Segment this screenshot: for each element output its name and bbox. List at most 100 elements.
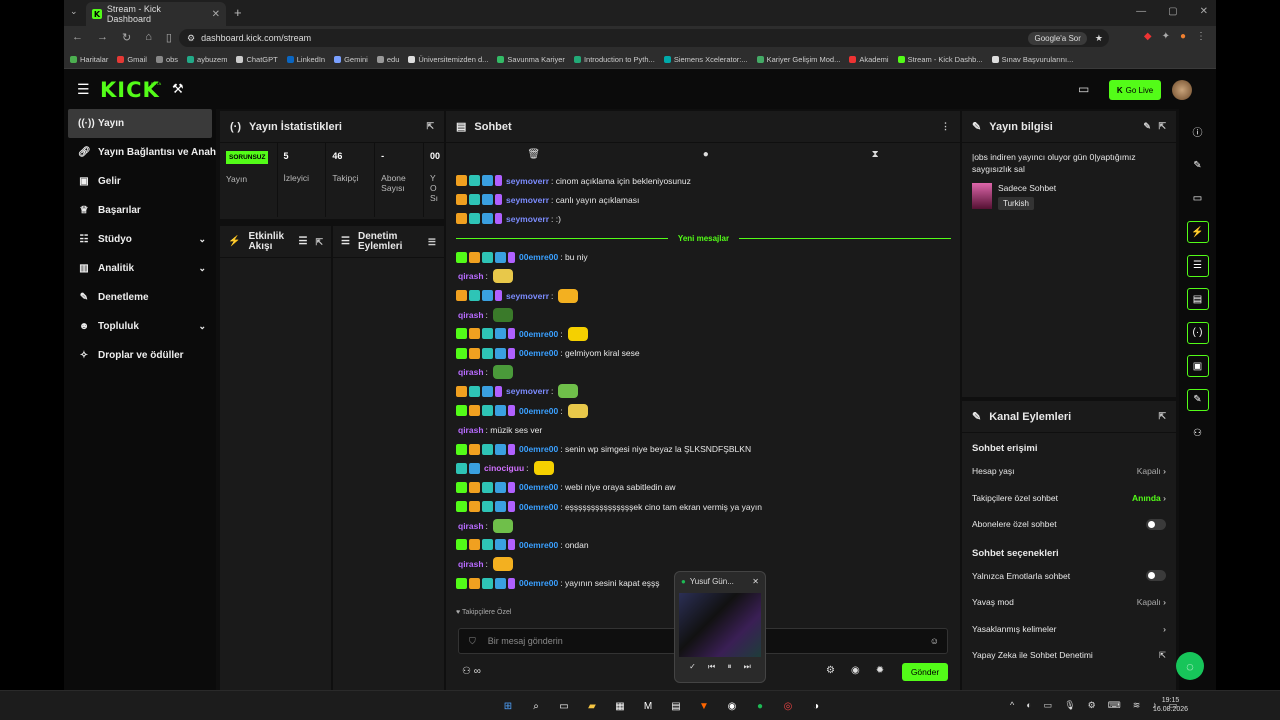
new-tab-icon[interactable]: + [234,5,242,20]
chrome-icon[interactable]: ◎ [780,698,796,714]
chat-message[interactable]: qirash: [456,267,951,286]
chat-message[interactable]: qirash: [456,363,951,382]
tray-up-icon[interactable]: ^ [1010,700,1014,711]
chat-username[interactable]: qirash [458,559,484,569]
url-field[interactable]: ⚙ dashboard.kick.com/stream Google'a Sor… [179,29,1109,47]
google-ask-button[interactable]: Google'a Sor [1028,31,1087,45]
file-explorer-icon[interactable]: ▰ [584,698,600,714]
chat-message[interactable]: 00emre00: senin wp simgesi niye beyaz la… [456,439,951,458]
trash-icon[interactable]: 🗑︎ [527,149,540,160]
bookmark-item[interactable]: Kariyer Gelişim Mod... [756,55,840,64]
bookmark-item[interactable]: Stream - Kick Dashb... [897,55,983,64]
popout-icon[interactable]: ⇱ [1158,411,1166,422]
chat-message[interactable]: seymoverr: :) [456,209,951,228]
profile-icon[interactable]: ● [1180,31,1186,42]
share-icon[interactable]: ⚇ [1187,422,1209,444]
edit-pencil-icon[interactable]: ✎ ⇱ [1143,121,1166,132]
chat-message[interactable]: seymoverr: canlı yayın açıklaması [456,190,951,209]
chat-username[interactable]: cinociguu [484,463,524,473]
chat-username[interactable]: 00emre00 [519,578,558,588]
banned-words-row[interactable]: Yasaklanmış kelimeler › [962,616,1176,643]
gear-icon[interactable]: ⚙ [826,665,835,676]
sidebar-item-stream-key[interactable]: 🔗︎Yayın Bağlantısı ve Anahtarı [64,138,216,167]
notes-icon[interactable]: ▤ [668,698,684,714]
chat-username[interactable]: seymoverr [506,195,549,205]
spotify-taskbar-icon[interactable]: ● [752,698,768,714]
close-window-icon[interactable]: ✕ [1200,6,1208,17]
brave-icon[interactable]: ▼ [696,698,712,714]
chat-username[interactable]: 00emre00 [519,348,558,358]
sidebar-item-analytics[interactable]: ▥ Analitik ⌄ [64,254,216,283]
account-age-row[interactable]: Hesap yaşı Kapalı › [962,458,1176,485]
chat-message[interactable]: qirash: [456,516,951,535]
chat-username[interactable]: qirash [458,310,484,320]
chat-username[interactable]: qirash [458,521,484,531]
pause-icon[interactable]: ⏸ [727,662,731,672]
bookmark-item[interactable]: edu [376,55,399,64]
browser-tab[interactable]: K Stream - Kick Dashboard ✕ [86,2,226,26]
sidebar-item-drops[interactable]: ✧ Droplar ve ödüller [64,341,216,370]
sidebar-item-moderation[interactable]: ✎ Denetleme [64,283,216,312]
bookmark-item[interactable]: Gemini [334,55,368,64]
popout-icon[interactable]: ⇱ [315,237,323,247]
chat-message[interactable]: 00emre00: ondan [456,535,951,554]
chat-message[interactable]: 00emre00: webi niye oraya sabitledin aw [456,478,951,497]
extensions-puzzle-icon[interactable]: ✦ [1162,31,1170,42]
home-icon[interactable]: ⌂ [145,31,152,44]
bookmark-item[interactable]: obs [155,55,178,64]
chat-message[interactable]: 00emre00: [456,401,951,420]
info-icon[interactable]: ⓘ [1187,121,1209,143]
bookmark-item[interactable]: aybuzem [187,55,227,64]
chat-username[interactable]: 00emre00 [519,252,558,262]
hamburger-menu-icon[interactable]: ☰ [77,81,90,98]
broadcast-icon[interactable]: (·) [1186,321,1209,344]
sidebar-item-studio[interactable]: ☷ Stüdyo ⌄ [64,225,216,254]
creator-tools-icon[interactable]: ⚒ [172,81,184,97]
bookmark-item[interactable]: Introduction to Pyth... [573,55,655,64]
forward-icon[interactable]: → [97,31,108,44]
windows-start-icon[interactable]: ⊞ [500,698,516,714]
bookmark-item[interactable]: Savunma Kariyer [497,55,565,64]
bookmark-item[interactable]: Gmail [117,55,147,64]
emotes-only-toggle[interactable] [1146,570,1166,582]
bookmark-item[interactable]: Siemens Xcelerator:... [663,55,748,64]
avatar[interactable] [1172,80,1192,100]
maximize-icon[interactable]: ▢ [1168,6,1177,17]
send-button[interactable]: Gönder [902,663,948,681]
sidebar-item-revenue[interactable]: ▣ Gelir [64,167,216,196]
filter-icon[interactable]: ☰ [298,236,307,247]
popout-icon[interactable]: ⇱ [426,121,434,132]
multistream-icon[interactable]: ▭ [1078,82,1089,96]
go-live-button[interactable]: K Go Live [1109,80,1161,100]
bolt-icon[interactable]: ⚡ [1186,221,1209,243]
settings-tray-icon[interactable]: ⚙ [1088,700,1096,711]
chat-message[interactable]: seymoverr: [456,286,951,305]
chat-username[interactable]: qirash [458,271,484,281]
bookmark-item[interactable]: Üniversitemizden d... [408,55,488,64]
chat-message[interactable]: 00emre00: [456,324,951,343]
chat-username[interactable]: 00emre00 [519,502,558,512]
chat-settings-icon[interactable]: ⚇ ∞ [462,666,481,677]
list-icon[interactable]: ☰ [1186,254,1209,277]
speech-bubble-icon[interactable]: ● [703,149,709,160]
chat-username[interactable]: qirash [458,367,484,377]
chat-username[interactable]: 00emre00 [519,329,558,339]
chat-icon[interactable]: ▤ [1186,288,1209,310]
tab-search-icon[interactable]: ⌄ [70,6,78,17]
tray-app2-icon[interactable]: ▭ [1044,700,1053,711]
store-icon[interactable]: ▦ [612,698,628,714]
chat-message[interactable]: seymoverr: cinom açıklama için bekleniyo… [456,171,951,190]
chat-message[interactable]: qirash: müzik ses ver [456,420,951,439]
bookmark-item[interactable]: LinkedIn [286,55,325,64]
previous-icon[interactable]: ⏮ [708,662,715,672]
filter-icon[interactable]: ☰ [428,237,436,247]
chat-bubble-icon[interactable]: ◉ [851,665,860,676]
pencil-icon[interactable]: ✎ [1187,154,1209,176]
more-options-icon[interactable]: ⋮ [941,121,950,132]
emoji-icon[interactable]: ☺ [930,636,939,646]
chat-message[interactable]: 00emre00: eşşşşşşşşşşşşşşşek cino tam ek… [456,497,951,516]
next-icon[interactable]: ⏭ [744,662,751,672]
keyboard-icon[interactable]: ⌨ [1108,700,1121,711]
bookmark-star-icon[interactable]: ★ [1095,33,1103,44]
ai-moderation-row[interactable]: Yapay Zeka ile Sohbet Denetimi ⇱ [962,642,1176,669]
